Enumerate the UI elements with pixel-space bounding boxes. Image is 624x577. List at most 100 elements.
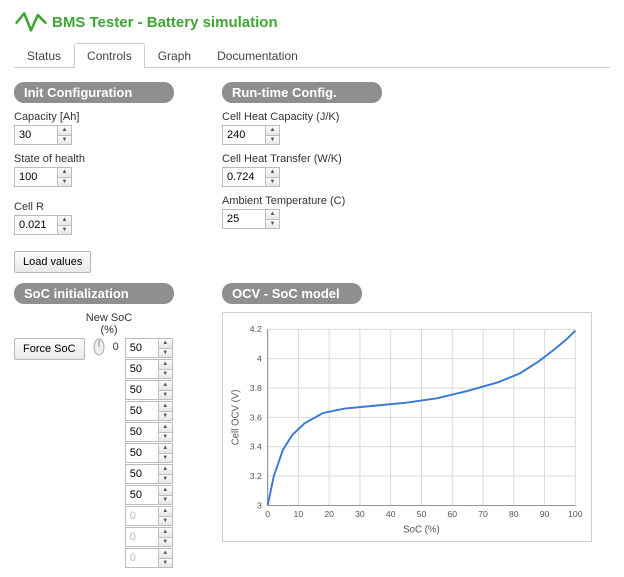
up-icon[interactable]: ▲ bbox=[159, 528, 172, 538]
new-soc-stepper[interactable]: ▲▼ bbox=[125, 401, 173, 421]
down-icon[interactable]: ▼ bbox=[159, 391, 172, 400]
ocv-chart: 010203040506070809010033.23.43.63.844.2S… bbox=[222, 312, 592, 542]
new-soc-input[interactable] bbox=[126, 381, 158, 399]
knob-value: 0 bbox=[113, 338, 119, 353]
up-icon[interactable]: ▲ bbox=[159, 444, 172, 454]
new-soc-stepper[interactable]: ▲▼ bbox=[125, 548, 173, 568]
app-title: BMS Tester - Battery simulation bbox=[52, 14, 278, 31]
new-soc-stepper[interactable]: ▲▼ bbox=[125, 338, 173, 358]
heat-transfer-label: Cell Heat Transfer (W/K) bbox=[222, 153, 610, 165]
new-soc-input[interactable] bbox=[126, 465, 158, 483]
new-soc-input[interactable] bbox=[126, 486, 158, 504]
ambient-input[interactable] bbox=[223, 210, 265, 228]
svg-text:90: 90 bbox=[540, 509, 550, 519]
tab-documentation[interactable]: Documentation bbox=[204, 43, 311, 68]
tab-status[interactable]: Status bbox=[14, 43, 74, 68]
new-soc-input[interactable] bbox=[126, 360, 158, 378]
up-icon[interactable]: ▲ bbox=[159, 507, 172, 517]
svg-text:3: 3 bbox=[257, 500, 262, 510]
down-icon[interactable]: ▼ bbox=[266, 178, 279, 187]
up-icon[interactable]: ▲ bbox=[159, 360, 172, 370]
svg-text:4.2: 4.2 bbox=[250, 324, 262, 334]
new-soc-input[interactable] bbox=[126, 339, 158, 357]
up-icon[interactable]: ▲ bbox=[159, 486, 172, 496]
up-icon[interactable]: ▲ bbox=[58, 168, 71, 178]
knob-icon[interactable] bbox=[91, 338, 107, 356]
new-soc-input[interactable] bbox=[126, 549, 158, 567]
down-icon[interactable]: ▼ bbox=[58, 178, 71, 187]
down-icon[interactable]: ▼ bbox=[159, 475, 172, 484]
down-icon[interactable]: ▼ bbox=[159, 349, 172, 358]
heat-cap-stepper[interactable]: ▲▼ bbox=[222, 125, 280, 145]
soh-stepper[interactable]: ▲▼ bbox=[14, 167, 72, 187]
down-icon[interactable]: ▼ bbox=[266, 220, 279, 229]
svg-text:Cell OCV (V): Cell OCV (V) bbox=[231, 389, 242, 445]
down-icon[interactable]: ▼ bbox=[159, 538, 172, 547]
new-soc-input[interactable] bbox=[126, 423, 158, 441]
up-icon[interactable]: ▲ bbox=[159, 549, 172, 559]
svg-text:10: 10 bbox=[294, 509, 304, 519]
heat-cap-input[interactable] bbox=[223, 126, 265, 144]
new-soc-stepper[interactable]: ▲▼ bbox=[125, 464, 173, 484]
ambient-label: Ambient Temperature (C) bbox=[222, 195, 610, 207]
new-soc-stepper[interactable]: ▲▼ bbox=[125, 380, 173, 400]
svg-text:3.6: 3.6 bbox=[250, 412, 262, 422]
new-soc-stepper[interactable]: ▲▼ bbox=[125, 422, 173, 442]
down-icon[interactable]: ▼ bbox=[159, 517, 172, 526]
up-icon[interactable]: ▲ bbox=[159, 423, 172, 433]
up-icon[interactable]: ▲ bbox=[159, 339, 172, 349]
svg-text:3.8: 3.8 bbox=[250, 383, 262, 393]
new-soc-stepper[interactable]: ▲▼ bbox=[125, 506, 173, 526]
new-soc-input[interactable] bbox=[126, 444, 158, 462]
new-soc-stepper[interactable]: ▲▼ bbox=[125, 527, 173, 547]
load-values-button[interactable]: Load values bbox=[14, 251, 91, 273]
down-icon[interactable]: ▼ bbox=[266, 136, 279, 145]
svg-text:40: 40 bbox=[386, 509, 396, 519]
soh-label: State of health bbox=[14, 153, 204, 165]
down-icon[interactable]: ▼ bbox=[58, 226, 71, 235]
svg-text:70: 70 bbox=[478, 509, 488, 519]
down-icon[interactable]: ▼ bbox=[159, 370, 172, 379]
new-soc-input[interactable] bbox=[126, 402, 158, 420]
cellr-stepper[interactable]: ▲▼ bbox=[14, 215, 72, 235]
svg-text:3.2: 3.2 bbox=[250, 471, 262, 481]
new-soc-input[interactable] bbox=[126, 528, 158, 546]
up-icon[interactable]: ▲ bbox=[159, 381, 172, 391]
svg-text:30: 30 bbox=[355, 509, 365, 519]
new-soc-label: New SoC (%) bbox=[84, 312, 134, 336]
new-soc-input[interactable] bbox=[126, 507, 158, 525]
up-icon[interactable]: ▲ bbox=[58, 216, 71, 226]
tab-controls[interactable]: Controls bbox=[74, 43, 145, 68]
up-icon[interactable]: ▲ bbox=[159, 465, 172, 475]
ambient-stepper[interactable]: ▲▼ bbox=[222, 209, 280, 229]
down-icon[interactable]: ▼ bbox=[159, 454, 172, 463]
down-icon[interactable]: ▼ bbox=[159, 496, 172, 505]
svg-text:80: 80 bbox=[509, 509, 519, 519]
tab-graph[interactable]: Graph bbox=[145, 43, 204, 68]
down-icon[interactable]: ▼ bbox=[58, 136, 71, 145]
down-icon[interactable]: ▼ bbox=[159, 559, 172, 568]
up-icon[interactable]: ▲ bbox=[266, 168, 279, 178]
up-icon[interactable]: ▲ bbox=[58, 126, 71, 136]
new-soc-stepper[interactable]: ▲▼ bbox=[125, 485, 173, 505]
heat-transfer-input[interactable] bbox=[223, 168, 265, 186]
tabstrip: Status Controls Graph Documentation bbox=[14, 43, 610, 68]
down-icon[interactable]: ▼ bbox=[159, 412, 172, 421]
svg-text:50: 50 bbox=[417, 509, 427, 519]
force-soc-button[interactable]: Force SoC bbox=[14, 338, 85, 360]
up-icon[interactable]: ▲ bbox=[266, 126, 279, 136]
svg-text:SoC (%): SoC (%) bbox=[403, 525, 440, 536]
up-icon[interactable]: ▲ bbox=[266, 210, 279, 220]
heat-transfer-stepper[interactable]: ▲▼ bbox=[222, 167, 280, 187]
down-icon[interactable]: ▼ bbox=[159, 433, 172, 442]
capacity-input[interactable] bbox=[15, 126, 57, 144]
cellr-input[interactable] bbox=[15, 216, 57, 234]
capacity-label: Capacity [Ah] bbox=[14, 111, 204, 123]
capacity-stepper[interactable]: ▲▼ bbox=[14, 125, 72, 145]
up-icon[interactable]: ▲ bbox=[159, 402, 172, 412]
new-soc-stepper[interactable]: ▲▼ bbox=[125, 443, 173, 463]
init-config-header: Init Configuration bbox=[14, 82, 174, 103]
soc-init-header: SoC initialization bbox=[14, 283, 174, 304]
soh-input[interactable] bbox=[15, 168, 57, 186]
new-soc-stepper[interactable]: ▲▼ bbox=[125, 359, 173, 379]
